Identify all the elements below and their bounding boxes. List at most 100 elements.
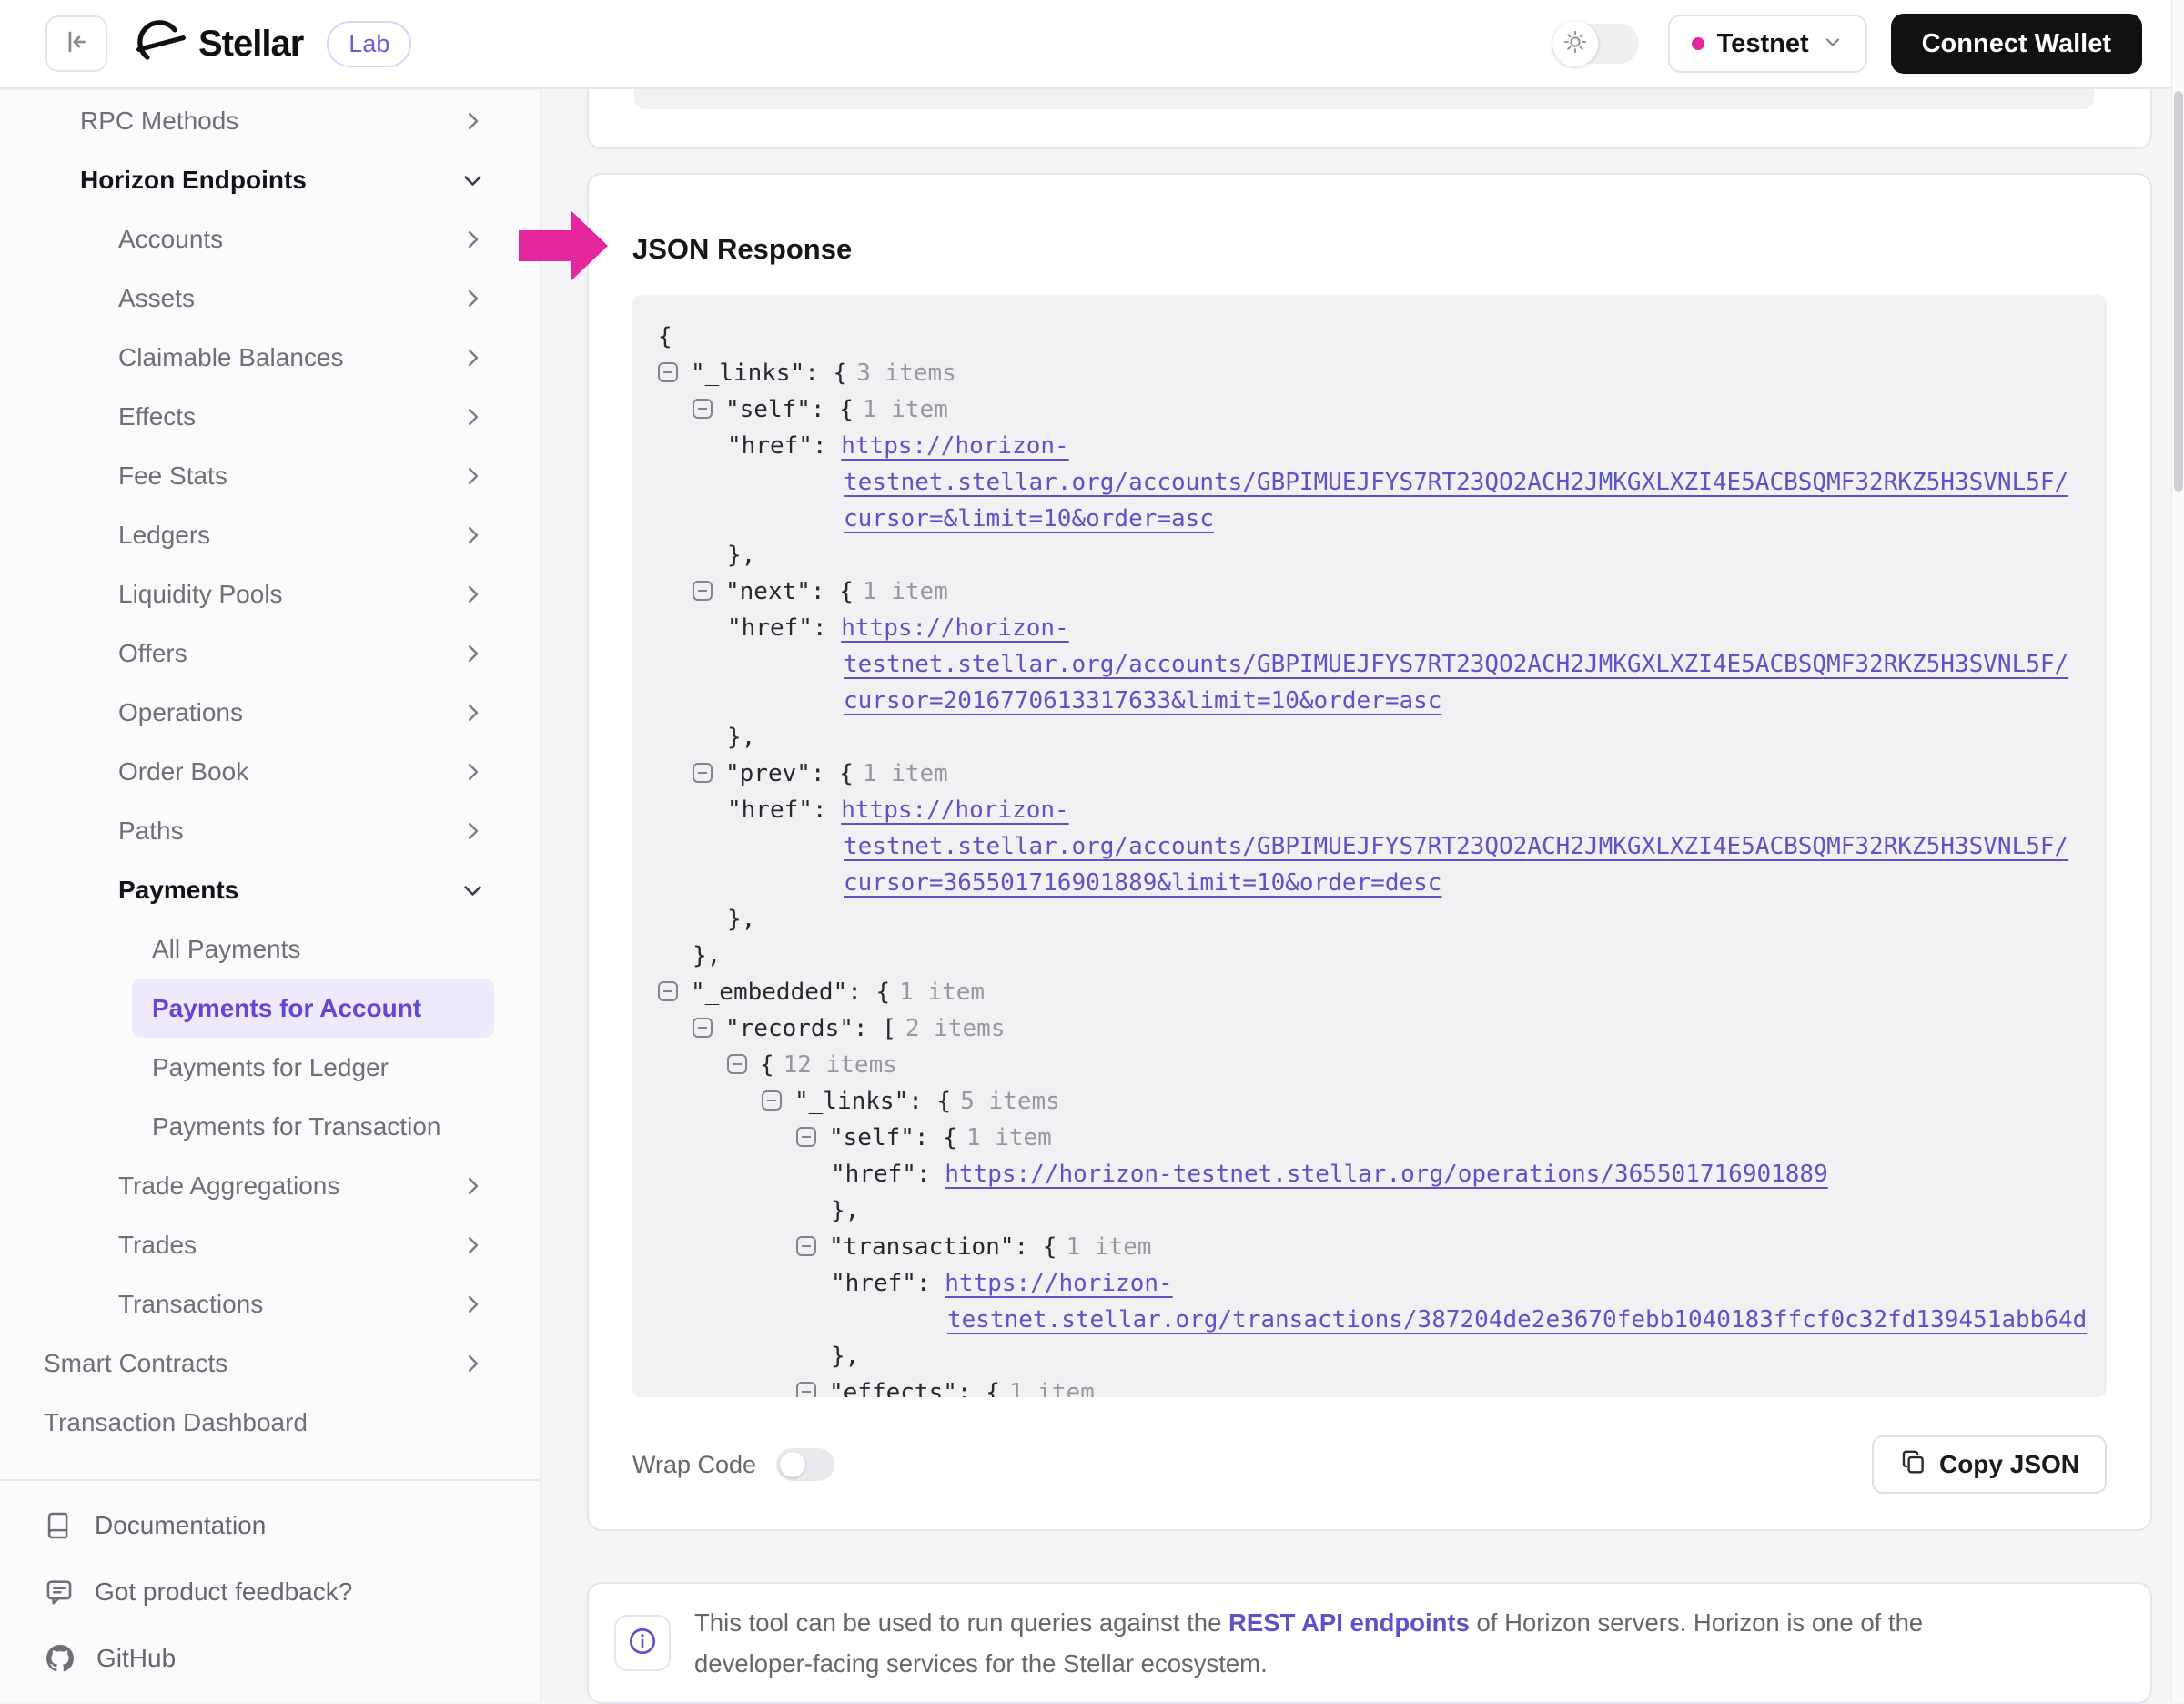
json-url-link[interactable]: https://horizon- — [841, 614, 1068, 642]
json-row: }, — [658, 901, 2081, 938]
sidebar-item[interactable]: Fee Stats — [0, 446, 540, 505]
collapse-node-icon[interactable] — [658, 981, 678, 1001]
json-row: "href": https://horizon- — [658, 428, 2081, 464]
json-row: "_embedded": {1 item — [658, 974, 2081, 1010]
json-url-link[interactable]: testnet.stellar.org/accounts/GBPIMUEJFYS… — [844, 833, 2068, 860]
json-row: "effects": {1 item — [658, 1374, 2081, 1397]
sidebar-footer-link[interactable]: GitHub — [0, 1625, 540, 1691]
stellar-logo-icon — [135, 17, 187, 70]
sidebar-item[interactable]: Accounts — [0, 209, 540, 269]
json-url-link[interactable]: https://horizon-testnet.stellar.org/oper… — [945, 1161, 1828, 1188]
json-url-link[interactable]: testnet.stellar.org/accounts/GBPIMUEJFYS… — [844, 651, 2068, 678]
chevron-right-icon — [460, 700, 485, 725]
json-url-link[interactable]: testnet.stellar.org/transactions/387204d… — [947, 1306, 2087, 1334]
wrap-code-toggle[interactable] — [776, 1448, 834, 1481]
sidebar-item[interactable]: Offers — [0, 624, 540, 683]
chevron-right-icon — [460, 582, 485, 606]
json-url-link[interactable]: https://horizon- — [841, 796, 1068, 824]
json-row: "prev": {1 item — [658, 756, 2081, 792]
collapse-node-icon[interactable] — [796, 1236, 816, 1256]
sidebar-item-label: All Payments — [152, 935, 300, 964]
collapse-node-icon[interactable] — [693, 581, 713, 601]
chevron-right-icon — [460, 818, 485, 843]
sidebar-item[interactable]: Assets — [0, 269, 540, 328]
chevron-right-icon — [460, 1292, 485, 1316]
chevron-down-icon — [1822, 31, 1844, 57]
json-url-link[interactable]: cursor=2016770613317633&limit=10&order=a… — [844, 687, 1441, 715]
json-url-link[interactable]: cursor=&limit=10&order=asc — [844, 505, 1214, 532]
rest-api-endpoints-link[interactable]: REST API endpoints — [1228, 1608, 1470, 1637]
collapse-node-icon[interactable] — [693, 1018, 713, 1038]
page-scrollbar[interactable] — [2171, 0, 2184, 1702]
sidebar-item-label: Trade Aggregations — [118, 1172, 339, 1201]
sidebar-item-label: Assets — [118, 284, 195, 313]
sidebar-item-label: RPC Methods — [80, 106, 238, 136]
collapse-node-icon[interactable] — [658, 362, 678, 382]
sidebar-item[interactable]: Smart Contracts — [0, 1334, 540, 1393]
network-selector[interactable]: Testnet — [1668, 15, 1867, 73]
json-row: testnet.stellar.org/accounts/GBPIMUEJFYS… — [658, 646, 2081, 683]
sidebar-item[interactable]: Operations — [0, 683, 540, 742]
collapse-node-icon[interactable] — [693, 763, 713, 783]
theme-toggle[interactable] — [1552, 24, 1639, 64]
sidebar-collapse-button[interactable] — [46, 15, 107, 72]
json-url-link[interactable]: cursor=365501716901889&limit=10&order=de… — [844, 869, 1441, 897]
sidebar-footer-link[interactable]: Documentation — [0, 1492, 540, 1558]
collapse-node-icon[interactable] — [796, 1127, 816, 1147]
sidebar-item[interactable]: Trade Aggregations — [0, 1156, 540, 1215]
collapse-node-icon[interactable] — [727, 1054, 747, 1074]
brand-logo[interactable]: Stellar Lab — [135, 17, 411, 70]
json-row: "_links": {5 items — [658, 1083, 2081, 1120]
previous-code-block-bottom — [634, 89, 2094, 109]
json-row: { — [658, 319, 2081, 355]
info-icon-box — [614, 1615, 671, 1671]
json-url-link[interactable]: https://horizon- — [841, 432, 1068, 460]
sidebar-item[interactable]: Transaction Dashboard — [0, 1393, 540, 1452]
connect-wallet-button[interactable]: Connect Wallet — [1891, 14, 2142, 74]
chevron-right-icon — [460, 286, 485, 310]
sidebar-footer-link[interactable]: Got product feedback? — [0, 1558, 540, 1625]
sidebar-item-label: Payments for Account — [152, 994, 421, 1023]
lab-badge: Lab — [327, 21, 411, 67]
sidebar-item[interactable]: Payments for Transaction — [0, 1097, 540, 1156]
sidebar-item-label: Payments — [118, 876, 238, 905]
chevron-right-icon — [460, 1173, 485, 1198]
sidebar-item[interactable]: All Payments — [0, 919, 540, 979]
sidebar-item[interactable]: Payments — [0, 860, 540, 919]
json-viewer[interactable]: { "_links": {3 items "self": {1 item "hr… — [632, 295, 2107, 1397]
json-row: "records": [2 items — [658, 1010, 2081, 1047]
scrollbar-thumb[interactable] — [2174, 91, 2183, 492]
sidebar-item[interactable]: Effects — [0, 387, 540, 446]
sidebar-item[interactable]: Order Book — [0, 742, 540, 801]
collapse-node-icon[interactable] — [693, 399, 713, 419]
sidebar-item-label: Horizon Endpoints — [80, 166, 307, 195]
collapse-node-icon[interactable] — [762, 1090, 782, 1111]
chevron-right-icon — [460, 227, 485, 251]
json-url-link[interactable]: https://horizon- — [945, 1270, 1172, 1297]
sidebar-footer-label: Got product feedback? — [95, 1577, 352, 1607]
json-row: }, — [658, 537, 2081, 573]
sidebar-item[interactable]: Claimable Balances — [0, 328, 540, 387]
copy-json-button[interactable]: Copy JSON — [1872, 1435, 2107, 1494]
copy-icon — [1899, 1448, 1926, 1482]
json-response-title: JSON Response — [632, 233, 2107, 266]
sidebar-item[interactable]: Liquidity Pools — [0, 564, 540, 624]
sidebar-item[interactable]: Transactions — [0, 1274, 540, 1334]
sidebar-item[interactable]: RPC Methods — [0, 91, 540, 150]
sidebar-item[interactable]: Payments for Account — [132, 979, 494, 1038]
chevron-right-icon — [460, 1351, 485, 1375]
sidebar-item[interactable]: Ledgers — [0, 505, 540, 564]
sidebar-item-label: Liquidity Pools — [118, 580, 283, 609]
sidebar-item[interactable]: Payments for Ledger — [0, 1038, 540, 1097]
json-row: "href": https://horizon- — [658, 1265, 2081, 1302]
github-icon — [44, 1642, 76, 1675]
collapse-sidebar-icon — [61, 26, 92, 62]
collapse-node-icon[interactable] — [796, 1382, 816, 1397]
json-url-link[interactable]: testnet.stellar.org/accounts/GBPIMUEJFYS… — [844, 469, 2068, 496]
sidebar-item-label: Accounts — [118, 225, 223, 254]
sidebar-item[interactable]: Trades — [0, 1215, 540, 1274]
sidebar-item[interactable]: Paths — [0, 801, 540, 860]
sidebar-item-label: Smart Contracts — [44, 1349, 228, 1378]
sidebar-item[interactable]: Horizon Endpoints — [0, 150, 540, 209]
json-row: }, — [658, 719, 2081, 756]
